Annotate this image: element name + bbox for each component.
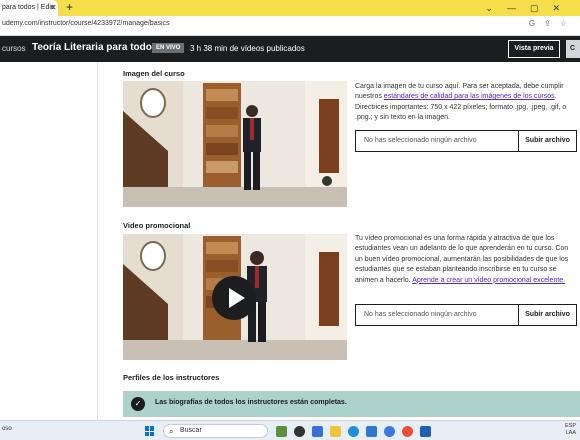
share-icon[interactable]: ⇪ [544, 19, 560, 28]
check-icon: ✓ [131, 397, 145, 411]
language-code: ESP [564, 423, 576, 429]
course-header: cursos Teoría Literaria para todos EN VI… [0, 36, 580, 62]
course-image-preview [123, 81, 347, 207]
taskbar-search-placeholder: Buscar [180, 427, 202, 434]
new-tab-icon[interactable]: + [66, 0, 73, 15]
sidebar-divider [97, 62, 98, 420]
tab-title: para todos | Edic [2, 4, 55, 11]
image-standards-link[interactable]: estándares de calidad para las imágenes … [384, 93, 555, 100]
course-image-description: Carga la imagen de tu curso aquí. Para s… [355, 82, 577, 124]
promo-video-file-text: No has seleccionado ningún archivo [364, 311, 477, 318]
promo-video-preview[interactable] [123, 234, 347, 360]
file-explorer-icon[interactable] [330, 426, 341, 437]
course-image-heading: Imagen del curso [123, 69, 185, 78]
promo-video-heading: Video promocional [123, 221, 191, 230]
window-controls[interactable]: ⌄—▢✕ [485, 0, 574, 16]
browser-tab-bar: para todos | Edic ✕ + ⌄—▢✕ [0, 0, 580, 16]
back-to-courses-link[interactable]: cursos [2, 44, 26, 53]
outlook-icon[interactable] [420, 426, 431, 437]
taskbar-left-text: oso [2, 426, 12, 432]
settings-button[interactable]: C [566, 40, 580, 58]
course-image-upload-button[interactable]: Subir archivo [518, 131, 576, 151]
store-icon[interactable] [366, 426, 377, 437]
promo-video-upload-field[interactable]: No has seleccionado ningún archivo Subir… [355, 304, 577, 326]
chrome-icon[interactable] [402, 426, 413, 437]
google-icon[interactable]: G [529, 19, 544, 28]
promo-video-description: Tu vídeo promocional es una forma rápida… [355, 234, 577, 286]
app-icon[interactable] [294, 426, 305, 437]
instructors-heading: Perfiles de los instructores [123, 373, 220, 382]
zoom-icon[interactable] [384, 426, 395, 437]
taskbar-language[interactable]: ESP LAA [565, 423, 576, 437]
main-content: Imagen del curso Carga la imagen de tu c… [0, 62, 580, 420]
banner-message: Las biografías de todos los instructores… [155, 399, 347, 406]
landscape-icon[interactable] [276, 426, 287, 437]
region-code: LAA [565, 430, 576, 436]
url-text[interactable]: udemy.com/instructor/course/4233972/mana… [2, 20, 170, 27]
edge-icon[interactable] [348, 426, 359, 437]
course-image-upload-field[interactable]: No has seleccionado ningún archivo Subir… [355, 130, 577, 152]
chat-icon[interactable] [312, 426, 323, 437]
close-icon[interactable]: ✕ [50, 0, 57, 16]
instructors-complete-banner: ✓ Las biografías de todos los instructor… [123, 391, 580, 417]
search-icon: ⌕ [169, 427, 174, 436]
taskbar-search[interactable]: ⌕ Buscar [163, 424, 268, 438]
published-info: 3 h 38 min de vídeos publicados [190, 44, 305, 53]
promo-video-upload-button[interactable]: Subir archivo [518, 305, 576, 325]
preview-button[interactable]: Vista previa [508, 40, 560, 58]
bookmark-icon[interactable]: ☆ [560, 19, 576, 28]
course-title: Teoría Literaria para todos [32, 42, 158, 53]
course-photo [123, 81, 347, 207]
play-icon[interactable] [212, 276, 256, 320]
promo-video-guide-link[interactable]: Aprende a crear un vídeo promocional exc… [412, 277, 565, 284]
status-badge: EN VIVO [152, 43, 185, 53]
play-triangle [229, 288, 245, 308]
taskbar: oso ⌕ Buscar ESP LAA [0, 420, 580, 440]
address-bar-icons[interactable]: G⇪☆ [529, 19, 576, 28]
windows-start-icon[interactable] [145, 426, 155, 436]
address-bar[interactable]: udemy.com/instructor/course/4233972/mana… [0, 16, 580, 36]
course-image-file-text: No has seleccionado ningún archivo [364, 137, 477, 144]
